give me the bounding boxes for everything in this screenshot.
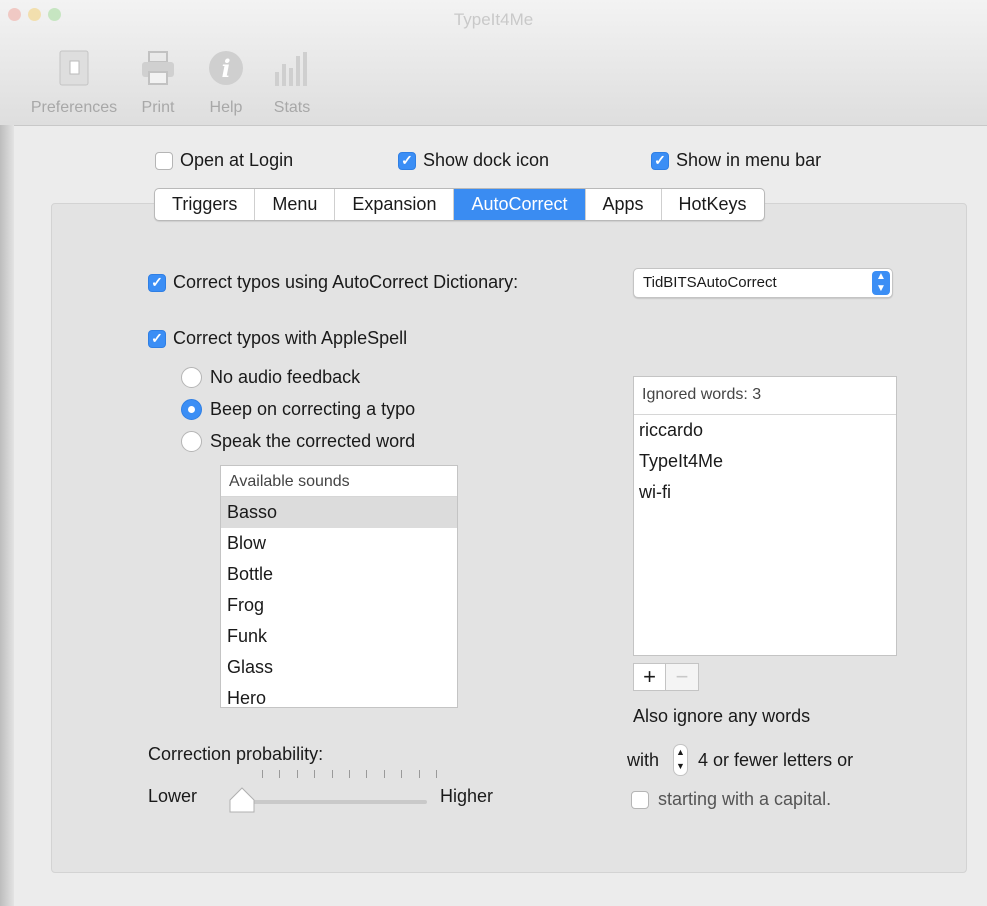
checkbox-box[interactable] [631, 790, 649, 809]
lower-label: Lower [148, 786, 198, 806]
show-in-menu-bar-checkbox[interactable]: ✓ Show in menu bar [651, 150, 821, 171]
add-remove-control: + − [633, 663, 699, 691]
checkbox-label: starting with a capital. [658, 789, 832, 809]
applespell-checkbox[interactable]: ✓ Correct typos with AppleSpell [148, 328, 407, 349]
window-title: TypeIt4Me [453, 10, 534, 29]
letters-label: 4 or fewer letters or [698, 749, 854, 770]
correction-probability-slider[interactable] [230, 800, 427, 804]
radio-speak-corrected-word[interactable]: Speak the corrected word [181, 431, 415, 452]
radio-label: Beep on correcting a typo [210, 399, 416, 419]
checkbox-box[interactable]: ✓ [148, 273, 166, 292]
checkbox-label: Correct typos with AppleSpell [173, 328, 408, 348]
checkbox-label: Open at Login [180, 150, 294, 170]
toolbar-print-button[interactable]: Print [136, 48, 180, 117]
remove-word-button[interactable]: − [666, 663, 699, 691]
checkbox-label: Show dock icon [423, 150, 550, 170]
list-item[interactable]: Glass [221, 652, 457, 683]
tab-bar: Triggers Menu Expansion AutoCorrect Apps… [154, 188, 765, 221]
checkbox-box[interactable] [155, 151, 173, 170]
checkbox-label: Correct typos using AutoCorrect Dictiona… [173, 272, 519, 292]
with-label: with [627, 749, 660, 770]
dictionary-popup-value: TidBITSAutoCorrect [643, 274, 777, 291]
toolbar-label: Preferences [30, 99, 118, 116]
correction-probability-label: Correction probability: [148, 744, 324, 764]
higher-label: Higher [440, 786, 494, 806]
list-header: Ignored words: 3 [634, 377, 896, 415]
radio-button[interactable] [181, 399, 202, 420]
toolbar-help-button[interactable]: i Help [204, 48, 248, 117]
list-item-basso[interactable]: Basso [221, 497, 457, 528]
svg-text:i: i [221, 54, 230, 83]
list-item[interactable]: Blow [221, 528, 457, 559]
list-item[interactable]: Funk [221, 621, 457, 652]
list-item[interactable]: wi-fi [634, 477, 896, 508]
tab-autocorrect[interactable]: AutoCorrect [454, 189, 586, 220]
letters-rule: with ▲ ▼ 4 or fewer letters or [627, 744, 853, 776]
show-dock-icon-checkbox[interactable]: ✓ Show dock icon [398, 150, 549, 171]
radio-beep-on-correcting[interactable]: Beep on correcting a typo [181, 399, 415, 420]
tab-apps[interactable]: Apps [586, 189, 662, 220]
dictionary-popup[interactable]: TidBITSAutoCorrect ▲ ▼ [633, 268, 893, 298]
info-icon: i [204, 48, 248, 93]
open-at-login-checkbox[interactable]: Open at Login [155, 150, 293, 171]
also-ignore-label: Also ignore any words [633, 706, 811, 726]
checkbox-label: Show in menu bar [676, 150, 822, 170]
ignored-words-list[interactable]: Ignored words: 3 riccardo TypeIt4Me wi-f… [633, 376, 897, 656]
toolbar-stats-button[interactable]: Stats [266, 48, 318, 117]
letter-count-stepper[interactable]: ▲ ▼ [673, 744, 689, 776]
tab-triggers[interactable]: Triggers [155, 189, 256, 220]
toolbar-label: Print [141, 99, 175, 116]
tab-expansion[interactable]: Expansion [335, 189, 455, 220]
list-item[interactable]: TypeIt4Me [634, 446, 896, 477]
tab-menu[interactable]: Menu [255, 189, 336, 220]
tab-hotkeys[interactable]: HotKeys [662, 189, 764, 220]
list-item[interactable]: Bottle [221, 559, 457, 590]
slider-ticks [262, 770, 437, 780]
chevron-up-down-icon: ▲ ▼ [872, 271, 890, 295]
printer-icon [136, 48, 180, 93]
slider-knob[interactable] [228, 787, 256, 814]
checkbox-box[interactable]: ✓ [148, 329, 166, 348]
autocorrect-dictionary-checkbox[interactable]: ✓ Correct typos using AutoCorrect Dictio… [148, 272, 518, 293]
radio-label: Speak the corrected word [210, 431, 416, 451]
radio-button[interactable] [181, 431, 202, 452]
toolbar-label: Stats [273, 99, 311, 116]
title-bar: TypeIt4Me Preferences Print i Help Stats [0, 0, 987, 126]
checkbox-box[interactable]: ✓ [651, 151, 669, 170]
checkbox-box[interactable]: ✓ [398, 151, 416, 170]
radio-button[interactable] [181, 367, 202, 388]
preferences-icon [22, 48, 126, 93]
radio-no-audio-feedback[interactable]: No audio feedback [181, 367, 360, 388]
list-item[interactable]: Hero [221, 683, 457, 714]
window-edge-shadow [0, 125, 14, 906]
list-item[interactable]: Frog [221, 590, 457, 621]
radio-label: No audio feedback [210, 367, 361, 387]
toolbar-label: Help [209, 99, 243, 116]
available-sounds-list[interactable]: Available sounds Basso Blow Bottle Frog … [220, 465, 458, 708]
list-item[interactable]: riccardo [634, 415, 896, 446]
add-word-button[interactable]: + [633, 663, 666, 691]
bar-chart-icon [266, 48, 318, 93]
preferences-window: TypeIt4Me Preferences Print i Help Stats [0, 0, 987, 906]
starting-with-capital-checkbox[interactable]: starting with a capital. [631, 789, 831, 810]
list-header: Available sounds [221, 466, 457, 497]
toolbar-preferences-button[interactable]: Preferences [22, 48, 126, 117]
